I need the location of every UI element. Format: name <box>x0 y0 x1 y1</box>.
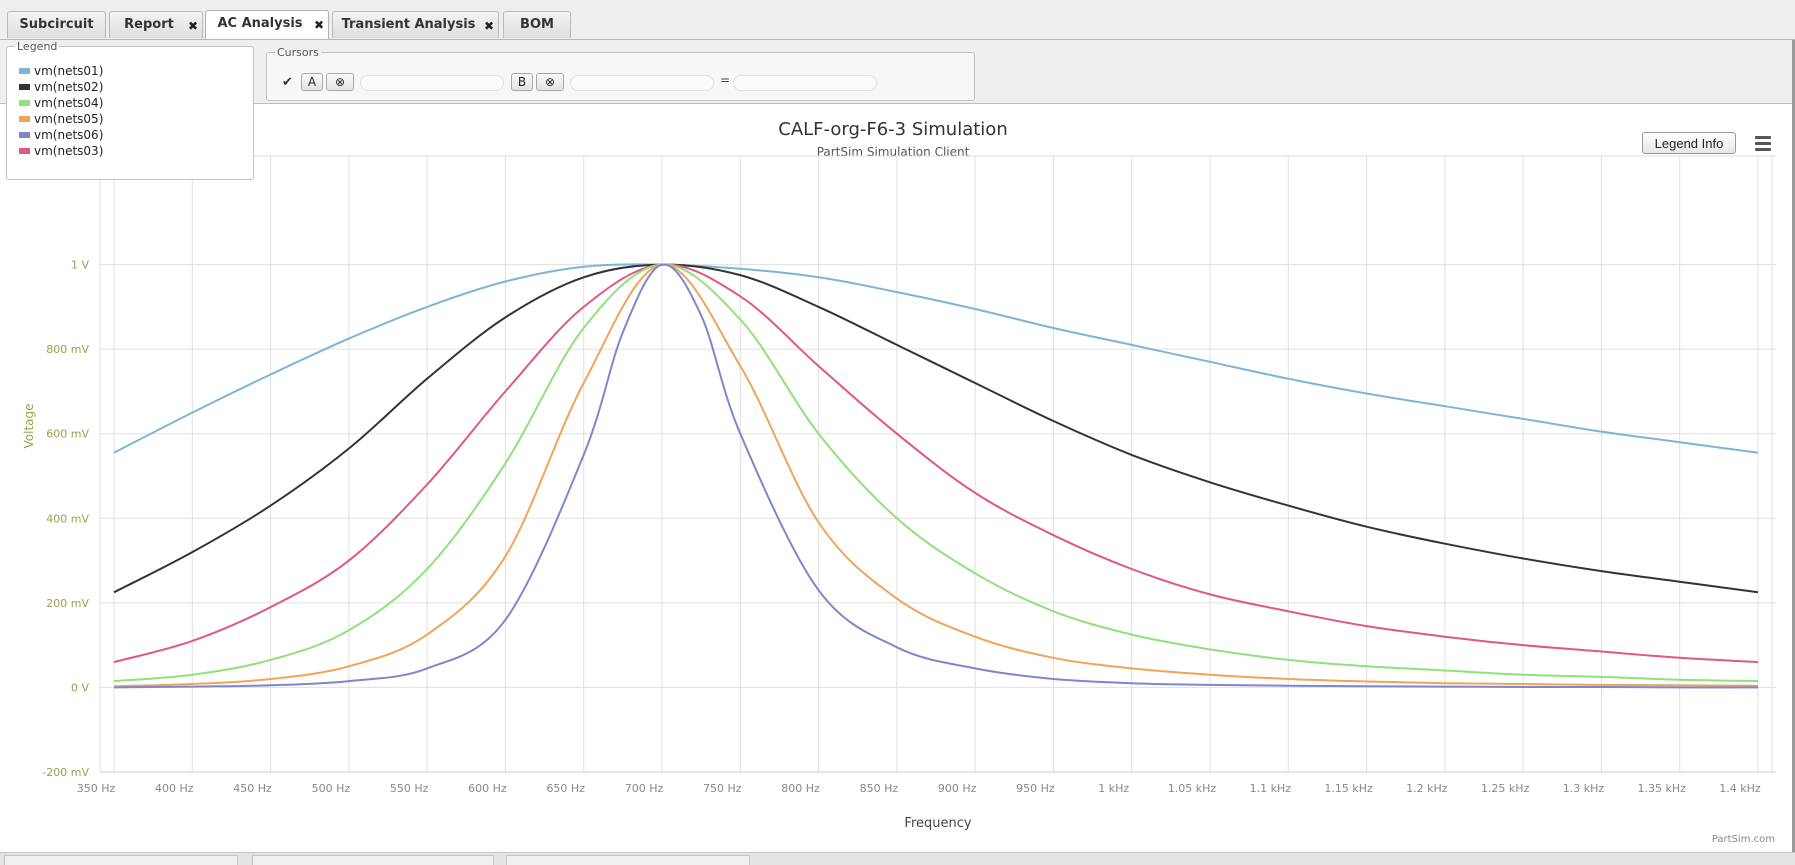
x-tick-label: 1.25 kHz <box>1481 782 1530 795</box>
y-axis: -200 mV 0 V 200 mV 400 mV 600 mV 800 mV 1 V <box>42 259 89 779</box>
x-tick-label: 900 Hz <box>938 782 977 795</box>
legend-swatch-icon <box>19 100 30 106</box>
legend-swatch-icon <box>19 116 30 122</box>
x-tick-label: 850 Hz <box>860 782 899 795</box>
x-tick-label: 650 Hz <box>546 782 585 795</box>
legend-item-label: vm(nets01) <box>34 64 104 78</box>
series-line-vm-nets01[interactable] <box>113 263 1759 454</box>
legend-swatch-icon <box>19 148 30 154</box>
close-icon[interactable]: ✖ <box>314 12 324 38</box>
chart-title: CALF-org-F6-3 Simulation <box>778 119 1007 140</box>
legend-title: Legend <box>17 40 58 53</box>
x-tick-label: 350 Hz <box>77 782 116 795</box>
y-tick-label: 600 mV <box>46 428 89 441</box>
tab-bar: Subcircuit Report ✖ AC Analysis ✖ Transi… <box>0 0 1795 40</box>
x-tick-label: 1.35 kHz <box>1638 782 1687 795</box>
clear-cursor-b-icon[interactable]: ⊗ <box>536 73 564 91</box>
y-tick-label: 400 mV <box>46 512 89 525</box>
chart-subtitle: PartSim Simulation Client <box>817 145 970 159</box>
x-tick-label: 450 Hz <box>233 782 272 795</box>
control-panel: Cursors ✔ A ⊗ B ⊗ = <box>0 40 1795 104</box>
tab-label: BOM <box>520 17 554 32</box>
y-tick-label: -200 mV <box>42 766 89 779</box>
tab-report[interactable]: Report ✖ <box>109 11 203 38</box>
legend-swatch-icon <box>19 132 30 138</box>
chart-grid <box>99 155 1776 773</box>
cursors-panel: Cursors ✔ A ⊗ B ⊗ = <box>266 46 975 101</box>
legend-swatch-icon <box>19 68 30 74</box>
cursor-b-value-field[interactable] <box>570 75 714 91</box>
x-tick-label: 400 Hz <box>155 782 194 795</box>
legend-item-label: vm(nets04) <box>34 96 104 110</box>
legend-item-label: vm(nets02) <box>34 80 104 94</box>
x-tick-label: 1.15 kHz <box>1324 782 1373 795</box>
tab-ac-analysis[interactable]: AC Analysis ✖ <box>205 10 329 39</box>
equals-sign: = <box>720 73 731 87</box>
cursor-a-value-field[interactable] <box>360 75 504 91</box>
tab-label: Transient Analysis <box>341 17 476 32</box>
y-tick-label: 200 mV <box>46 597 89 610</box>
tab-label: AC Analysis <box>217 16 303 31</box>
x-tick-label: 1.1 kHz <box>1250 782 1292 795</box>
tab-label: Report <box>124 17 174 32</box>
y-axis-title: Voltage <box>22 403 36 448</box>
x-tick-label: 800 Hz <box>781 782 820 795</box>
x-tick-label: 950 Hz <box>1016 782 1055 795</box>
y-tick-label: 0 V <box>71 681 89 694</box>
clear-cursor-a-icon[interactable]: ⊗ <box>326 73 354 91</box>
x-tick-label: 1 kHz <box>1098 782 1129 795</box>
x-tick-label: 550 Hz <box>390 782 429 795</box>
series-line-vm-nets02[interactable] <box>113 263 1759 594</box>
x-tick-label: 1.3 kHz <box>1563 782 1605 795</box>
credit-link[interactable]: PartSim.com <box>1712 834 1775 845</box>
tab-label: Subcircuit <box>19 17 94 32</box>
legend-item-label: vm(nets03) <box>34 144 104 158</box>
tab-transient-analysis[interactable]: Transient Analysis ✖ <box>332 11 499 38</box>
y-tick-label: 800 mV <box>46 343 89 356</box>
close-icon[interactable]: ✖ <box>484 13 494 39</box>
x-tick-label: 1.2 kHz <box>1406 782 1448 795</box>
cursor-difference-field[interactable] <box>733 75 877 91</box>
x-tick-label: 500 Hz <box>312 782 351 795</box>
x-tick-label: 600 Hz <box>468 782 507 795</box>
legend-item-label: vm(nets05) <box>34 112 104 126</box>
legend-item-label: vm(nets06) <box>34 128 104 142</box>
x-axis: 350 Hz 400 Hz 450 Hz 500 Hz 550 Hz 600 Hz 650 … <box>77 782 1761 795</box>
bottom-panel <box>0 852 1795 865</box>
chart-area: CALF-org-F6-3 Simulation PartSim Simulat… <box>0 104 1792 852</box>
x-tick-label: 1.4 kHz <box>1719 782 1761 795</box>
x-tick-label: 700 Hz <box>625 782 664 795</box>
series-line-vm-nets04[interactable] <box>113 263 1759 683</box>
cursor-b-button[interactable]: B <box>511 73 533 91</box>
close-icon[interactable]: ✖ <box>188 13 198 39</box>
hamburger-icon[interactable] <box>1753 134 1773 152</box>
x-tick-label: 750 Hz <box>703 782 742 795</box>
legend-swatch-icon <box>19 84 30 90</box>
cursor-a-button[interactable]: A <box>301 73 323 91</box>
chart-series[interactable] <box>113 263 1759 689</box>
cursors-title: Cursors <box>277 46 319 59</box>
tab-subcircuit[interactable]: Subcircuit <box>7 11 106 38</box>
x-axis-title: Frequency <box>904 816 971 831</box>
tab-bom[interactable]: BOM <box>503 11 571 38</box>
x-tick-label: 1.05 kHz <box>1168 782 1217 795</box>
chart[interactable]: CALF-org-F6-3 Simulation PartSim Simulat… <box>0 104 1792 852</box>
y-tick-label: 1 V <box>71 259 89 272</box>
legend-info-button[interactable]: Legend Info <box>1642 132 1736 154</box>
legend-panel: Legend vm(nets01) vm(nets02) vm(nets04) vm(… <box>6 40 254 180</box>
checkbox-icon[interactable]: ✔ <box>282 75 293 90</box>
